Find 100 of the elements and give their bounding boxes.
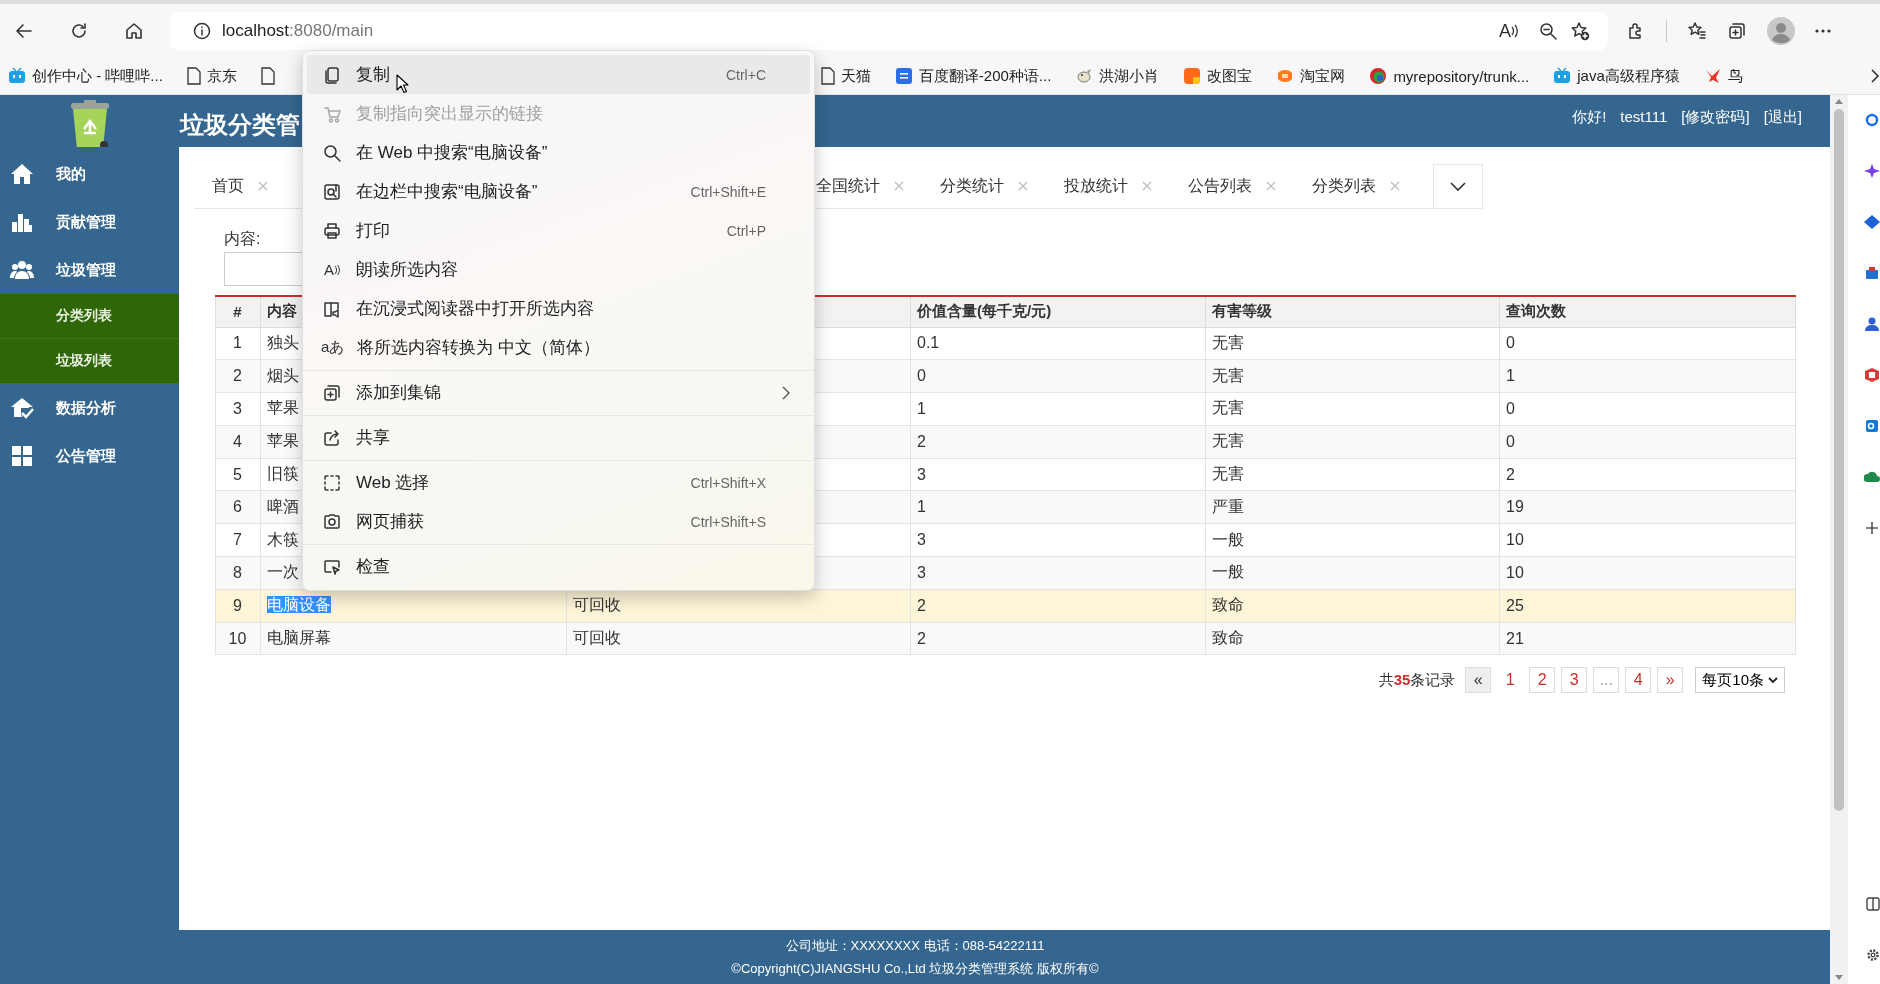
- bookmark[interactable]: 京东: [186, 66, 237, 86]
- table-cell: 电脑设备: [267, 596, 331, 614]
- table-cell: 木筷: [267, 530, 299, 548]
- table-cell: 9: [233, 596, 242, 614]
- table-cell: 致命: [1212, 629, 1244, 647]
- column-header: 查询次数: [1499, 296, 1796, 327]
- bookmark[interactable]: myrepository/trunk...: [1369, 67, 1530, 85]
- table-cell: 3: [917, 465, 926, 483]
- table-cell: 5: [233, 465, 242, 483]
- table-cell: 1: [917, 498, 926, 516]
- sidebar-item[interactable]: 数据分析: [0, 384, 179, 432]
- column-header: 有害等级: [1205, 296, 1500, 327]
- table-row[interactable]: 9 电脑设备 可回收 2 致命 25: [215, 589, 1796, 623]
- tab[interactable]: 公告列表: [1170, 164, 1294, 208]
- tab[interactable]: 首页: [194, 164, 286, 208]
- table-cell: 可回收: [573, 596, 621, 614]
- header-link[interactable]: [修改密码]: [1681, 107, 1750, 127]
- shortcut-text: Ctrl+Shift+E: [690, 183, 766, 200]
- table-cell: 电脑屏幕: [267, 629, 331, 647]
- app-title: 垃圾分类管: [180, 110, 300, 140]
- table-cell: 无害: [1212, 465, 1244, 483]
- header-link[interactable]: [退出]: [1763, 107, 1802, 127]
- menu-item[interactable]: 复制 Ctrl+C: [307, 55, 810, 94]
- table-cell: 一次: [267, 563, 299, 581]
- table-cell: 8: [233, 563, 242, 581]
- table-cell: 3: [233, 400, 242, 417]
- table-cell: 2: [917, 596, 926, 614]
- previous-page-button[interactable]: «: [1465, 667, 1492, 694]
- table-cell: 7: [233, 531, 242, 549]
- footer-text: 公司地址：XXXXXXXX 电话：088-54222111: [784, 937, 1046, 955]
- bookmark[interactable]: 鸟: [1703, 66, 1743, 86]
- table-cell: 1: [1506, 367, 1515, 385]
- table-cell: 3: [917, 531, 926, 549]
- table-cell: 3: [917, 563, 926, 581]
- table-cell: 独头: [267, 333, 299, 351]
- table-cell: 无害: [1212, 399, 1244, 417]
- bookmark[interactable]: 淘宝网: [1276, 66, 1346, 86]
- menu-item[interactable]: 打印 Ctrl+P: [307, 211, 810, 250]
- table-cell: 19: [1506, 498, 1524, 516]
- bookmark[interactable]: 洪湖小肖: [1075, 66, 1160, 86]
- table-cell: 烟头: [267, 366, 299, 384]
- table-cell: 6: [233, 498, 242, 516]
- next-page-button[interactable]: »: [1657, 667, 1684, 694]
- sidebar-item[interactable]: 公告管理: [0, 432, 179, 480]
- table-cell: 致命: [1212, 596, 1244, 614]
- table-cell: 旧筷: [267, 465, 299, 483]
- table-cell: 啤酒: [267, 497, 299, 515]
- shortcut-text: Ctrl+P: [726, 222, 766, 239]
- page-button[interactable]: 2: [1529, 667, 1556, 694]
- read-aloud-icon: A: [321, 258, 343, 281]
- table-cell: 可回收: [573, 629, 621, 647]
- greeting-text: 你好!: [1572, 107, 1607, 127]
- translate-icon: aあ: [321, 336, 345, 359]
- tab[interactable]: 投放统计: [1046, 164, 1170, 208]
- table-cell: 0: [1506, 334, 1515, 352]
- table-cell: 0.1: [917, 334, 940, 352]
- field-label: 内容:: [224, 229, 261, 249]
- column-header: #: [215, 296, 261, 327]
- sidebar-item[interactable]: 我的: [0, 150, 179, 198]
- column-header: 价值含量(每千克/元): [910, 296, 1206, 327]
- table-cell: 10: [228, 629, 247, 647]
- table-cell: 10: [1506, 563, 1524, 581]
- table-cell: 一般: [1212, 563, 1244, 581]
- bookmark[interactable]: 天猫: [820, 66, 871, 86]
- bookmark[interactable]: java高级程序猿: [1553, 66, 1680, 86]
- sidebar-item[interactable]: 贡献管理: [0, 198, 179, 246]
- sidebar-item[interactable]: 垃圾管理: [0, 246, 179, 294]
- username-text: test111: [1620, 107, 1668, 127]
- record-count: 共35条记录: [1378, 670, 1456, 690]
- tab[interactable]: 分类列表: [1294, 164, 1418, 208]
- table-cell: 1: [917, 400, 926, 417]
- table-cell: 一般: [1212, 530, 1244, 548]
- table-cell: 0: [1506, 400, 1515, 417]
- bookmark[interactable]: 改图宝: [1183, 66, 1253, 86]
- page-button[interactable]: 4: [1625, 667, 1652, 694]
- tab[interactable]: 分类统计: [922, 164, 1046, 208]
- table-row[interactable]: 10 电脑屏幕 可回收 2 致命 21: [215, 622, 1796, 655]
- page-size-select[interactable]: 每页10条: [1695, 667, 1785, 694]
- table-cell: 25: [1506, 596, 1524, 614]
- table-cell: 无害: [1212, 333, 1244, 351]
- url-text: localhost:8080/main: [222, 21, 374, 41]
- footer-text: ©Copyright(C)JIANGSHU Co.,Ltd 垃圾分类管理系统 版权所有©: [730, 960, 1100, 978]
- table-cell: 2: [917, 629, 926, 647]
- bookmark[interactable]: 创作中心 - 哔哩哔...: [8, 66, 163, 86]
- table-cell: 0: [1506, 432, 1515, 450]
- table-cell: 无害: [1212, 432, 1244, 450]
- page-button[interactable]: 3: [1561, 667, 1588, 694]
- read-aloud-button[interactable]: A: [1492, 15, 1526, 47]
- table-cell: 21: [1506, 629, 1524, 647]
- table-cell: 2: [917, 432, 926, 450]
- table-cell: 2: [233, 367, 242, 385]
- sidebar-subitem[interactable]: 分类列表: [0, 294, 179, 339]
- table-cell: 4: [233, 432, 242, 450]
- address-bar[interactable]: localhost:8080/main A: [170, 12, 1608, 50]
- bookmark[interactable]: 百度翻译-200种语...: [894, 66, 1052, 86]
- table-cell: 严重: [1212, 497, 1244, 515]
- menu-item[interactable]: A 朗读所选内容: [307, 250, 810, 289]
- sidebar-subitem[interactable]: 垃圾列表: [0, 339, 179, 384]
- shortcut-text: Ctrl+Shift+X: [690, 474, 766, 491]
- table-cell: 0: [917, 367, 926, 385]
